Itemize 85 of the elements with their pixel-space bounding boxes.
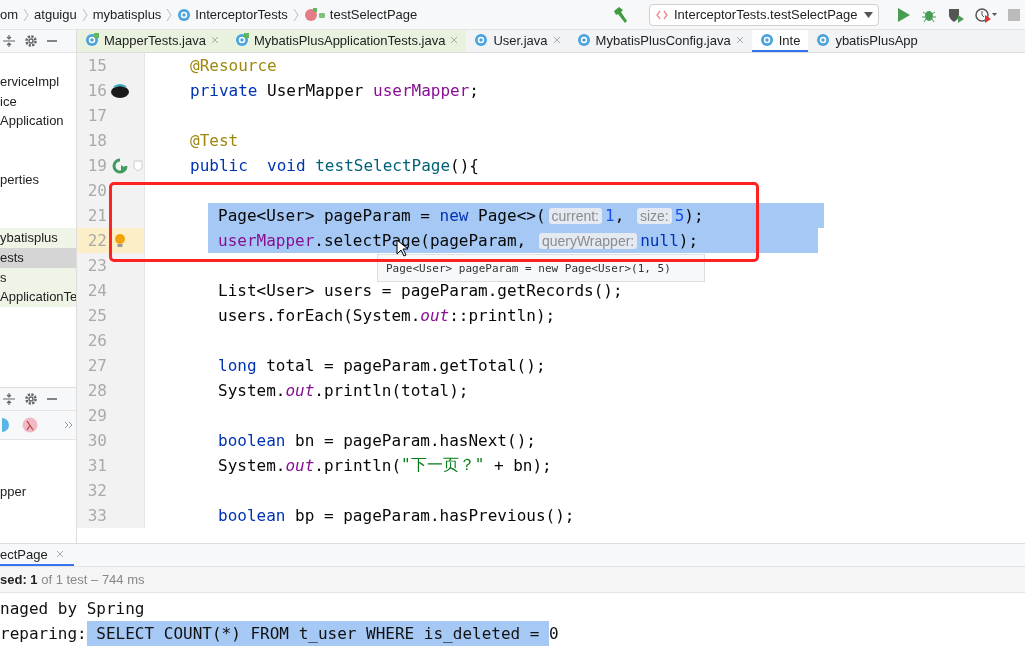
close-icon <box>55 550 64 558</box>
lambda-icon[interactable] <box>22 417 38 433</box>
line-number: 18 <box>86 131 107 150</box>
line-number: 33 <box>86 506 107 525</box>
chevron-icon <box>23 7 30 22</box>
line-number: 32 <box>86 481 107 500</box>
run-test-icon[interactable] <box>112 157 128 174</box>
line-number: 25 <box>86 306 107 325</box>
code-line: public void testSelectPage(){ <box>190 155 479 177</box>
test-status-text: sed: 1 of 1 test – 744 ms <box>0 567 1025 593</box>
quick-doc-popup: Page<User> pageParam = new Page<User>(1, 5) <box>377 254 705 282</box>
breadcrumb-item[interactable]: atguigu <box>34 7 77 22</box>
code-line: List<User> users = pageParam.getRecords(); <box>218 280 623 302</box>
tree-item[interactable]: ice <box>0 91 76 112</box>
editor-tab[interactable]: MybatisPlusApplicationTests.java <box>226 30 467 52</box>
close-icon <box>735 36 744 44</box>
line-number: 28 <box>86 381 107 400</box>
code-line: long total = pageParam.getTotal(); <box>218 355 546 377</box>
code-line: @Resource <box>190 55 277 77</box>
class-icon <box>177 7 192 22</box>
line-number: 23 <box>86 256 107 275</box>
code-line: private UserMapper userMapper; <box>190 80 479 102</box>
code-line: users.forEach(System.out::println); <box>218 305 556 327</box>
line-number: 24 <box>86 281 107 300</box>
run-config-dropdown[interactable]: InterceptorTests.testSelectPage <box>649 3 879 26</box>
caret-icon <box>863 11 873 18</box>
test-config-icon <box>656 8 668 21</box>
code-line: boolean bn = pageParam.hasNext(); <box>218 430 536 452</box>
breadcrumb-item[interactable]: mybatisplus <box>92 7 162 22</box>
code-line: boolean bp = pageParam.hasPrevious(); <box>218 505 575 527</box>
editor-tab[interactable]: Inte <box>751 30 809 52</box>
line-number: 17 <box>86 106 107 125</box>
bean-icon <box>110 82 130 99</box>
code-line: System.out.println(total); <box>218 380 469 402</box>
test-class-icon <box>85 33 99 47</box>
line-number: 19 <box>86 156 107 175</box>
class-icon <box>576 33 591 47</box>
tree-item[interactable]: perties <box>0 169 76 190</box>
line-number: 15 <box>86 56 107 75</box>
line-number: 30 <box>86 431 107 450</box>
line-number: 20 <box>86 181 107 200</box>
breadcrumb-item[interactable]: testSelectPage <box>303 7 418 22</box>
collapse-icon <box>2 392 16 406</box>
coverage-icon[interactable] <box>947 6 965 23</box>
class-icon <box>759 33 774 47</box>
line-number: 27 <box>86 356 107 375</box>
line-number: 26 <box>86 331 107 350</box>
structure-item[interactable]: pper <box>0 482 76 502</box>
tree-item[interactable]: ybatisplus <box>0 228 76 248</box>
close-icon <box>210 36 219 44</box>
editor-tab[interactable]: MapperTests.java <box>77 30 227 52</box>
run-icon[interactable] <box>897 6 911 23</box>
line-number: 31 <box>86 456 107 475</box>
line-number: 29 <box>86 406 107 425</box>
line-number: 16 <box>86 81 107 100</box>
stop-icon[interactable] <box>1007 7 1021 22</box>
chevron-icon <box>166 7 173 22</box>
close-icon <box>450 36 459 44</box>
code-line: @Test <box>190 130 239 152</box>
chevron-icon <box>81 7 88 22</box>
tree-item[interactable]: ests <box>0 247 76 268</box>
chevrons-icon[interactable] <box>64 420 74 430</box>
test-class-icon <box>234 33 249 47</box>
breadcrumb-item[interactable]: InterceptorTests <box>177 7 288 22</box>
hammer-icon[interactable] <box>611 5 629 24</box>
tree-item[interactable]: ApplicationTe <box>0 287 76 307</box>
breadcrumb-item[interactable]: om <box>0 7 19 22</box>
profiler-icon[interactable] <box>975 6 997 23</box>
lightbulb-icon[interactable] <box>114 232 126 249</box>
close-icon <box>552 36 561 44</box>
collapse-icon <box>2 34 16 48</box>
method-icon <box>303 7 326 22</box>
console-line: naged by Spring <box>0 598 146 620</box>
line-number: 22 <box>86 231 107 250</box>
chevron-icon <box>292 7 299 22</box>
class-icon <box>474 33 489 47</box>
class-icon <box>816 33 831 47</box>
tree-item[interactable]: Application <box>0 111 76 131</box>
tree-item[interactable]: erviceImpl <box>0 72 76 92</box>
line-number: 21 <box>86 206 107 225</box>
console-line: reparing: SELECT COUNT(*) FROM t_user WHERE is_deleted = 0 <box>0 621 1025 646</box>
settings-icon[interactable] <box>24 34 38 48</box>
settings-icon[interactable] <box>24 392 38 406</box>
code-line: System.out.println("下一页？" + bn); <box>218 454 552 477</box>
tree-item[interactable]: s <box>0 267 76 288</box>
